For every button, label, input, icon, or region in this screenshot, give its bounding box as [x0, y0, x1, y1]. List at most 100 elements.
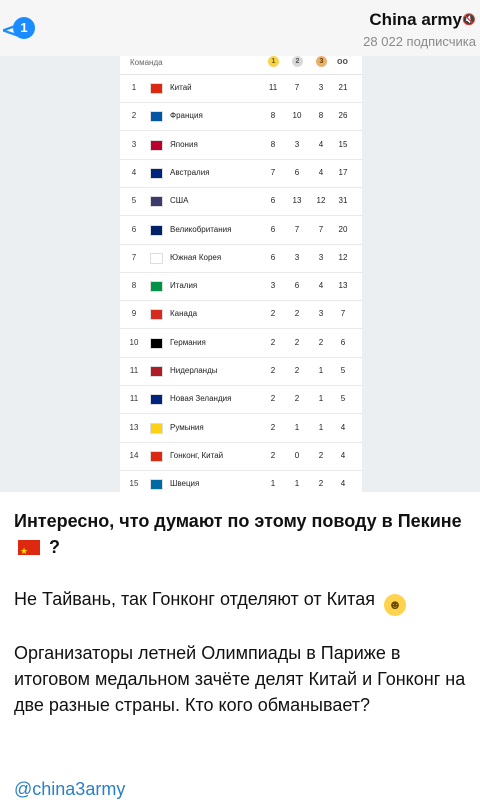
rank-cell: 8	[131, 281, 137, 291]
rank-cell: 3	[131, 139, 137, 149]
table-row: 10 Германия 2 2 2 6	[120, 329, 362, 358]
rank-cell: 1	[131, 83, 137, 92]
country-cell: Канада	[170, 309, 198, 319]
total-cell: 5	[340, 366, 346, 375]
post-heading-text: Интересно, что думают по этому поводу в …	[14, 511, 462, 531]
bronze-cell: 4	[318, 139, 324, 149]
flag-icon	[150, 224, 163, 236]
rank-cell: 2	[131, 111, 137, 121]
bronze-cell: 2	[318, 337, 324, 347]
bronze-cell: 1	[318, 422, 324, 432]
country-cell: Германия	[170, 337, 206, 347]
flag-icon	[150, 167, 163, 179]
gold-cell: 11	[268, 83, 278, 92]
post-line-3: Организаторы летней Олимпиады в Париже в…	[14, 643, 466, 715]
rank-cell: 14	[129, 450, 139, 460]
country-cell: Австралия	[170, 167, 210, 177]
total-cell: 20	[338, 224, 348, 234]
bronze-cell: 12	[316, 196, 326, 206]
total-cell: 7	[340, 309, 346, 319]
gold-cell: 8	[270, 139, 276, 149]
country-cell: Новая Зеландия	[170, 394, 232, 404]
gold-cell: 2	[270, 394, 276, 404]
table-header: Команда 1 2 3 oo	[120, 56, 362, 75]
flag-icon	[150, 394, 163, 406]
bronze-cell: 4	[318, 281, 324, 291]
post-line-2: Не Тайвань, так Гонконг отделяют от Кита…	[14, 586, 470, 616]
post-heading: Интересно, что думают по этому поводу в …	[14, 508, 470, 564]
attached-image[interactable]: Команда 1 2 3 oo 1 Китай 11 7 3 21 2 Франция 8 10…	[0, 56, 480, 492]
table-row: 14 Гонконг, Китай 2 0 2 4	[120, 442, 362, 471]
table-row: 1 Китай 11 7 3 21	[120, 74, 362, 103]
silver-cell: 6	[294, 281, 300, 291]
country-cell: Швеция	[170, 479, 200, 489]
table-row: 15 Швеция 1 1 2 4	[120, 470, 362, 492]
bronze-cell: 7	[318, 224, 324, 234]
rank-cell: 11	[129, 394, 139, 404]
column-team: Команда	[130, 58, 163, 67]
country-cell: Италия	[170, 281, 198, 291]
silver-cell: 2	[294, 337, 300, 347]
subscriber-count: 28 022 подписчика	[363, 34, 476, 49]
table-row: 3 Япония 8 3 4 15	[120, 131, 362, 160]
total-cell: 31	[338, 196, 348, 206]
gold-medal-icon: 1	[268, 56, 279, 67]
total-cell: 4	[340, 450, 346, 460]
gold-cell: 1	[270, 479, 276, 489]
china-flag-icon	[18, 538, 40, 564]
post-line-2-text: Не Тайвань, так Гонконг отделяют от Кита…	[14, 589, 375, 609]
country-cell: Китай	[170, 83, 192, 92]
total-cell: 15	[338, 139, 348, 149]
silver-cell: 2	[294, 394, 300, 404]
gold-cell: 2	[270, 422, 276, 432]
flag-icon	[150, 111, 163, 123]
flag-icon	[150, 479, 163, 491]
table-row: 7 Южная Корея 6 3 3 12	[120, 244, 362, 273]
muted-speaker-icon: 🔇	[462, 14, 476, 26]
total-cell: 6	[340, 337, 346, 347]
country-cell: Румыния	[170, 422, 204, 432]
country-cell: Нидерланды	[170, 366, 218, 375]
silver-medal-icon: 2	[292, 56, 303, 67]
bronze-cell: 8	[318, 111, 324, 121]
gold-cell: 3	[270, 281, 276, 291]
medal-table: Команда 1 2 3 oo 1 Китай 11 7 3 21 2 Франция 8 10…	[120, 56, 362, 492]
silver-cell: 7	[294, 224, 300, 234]
bronze-cell: 2	[318, 479, 324, 489]
silver-cell: 1	[294, 422, 300, 432]
table-row: 2 Франция 8 10 8 26	[120, 102, 362, 132]
bronze-cell: 3	[318, 83, 324, 92]
gold-cell: 2	[270, 337, 276, 347]
bronze-cell: 3	[318, 252, 324, 262]
gold-cell: 2	[270, 366, 276, 375]
table-row: 13 Румыния 2 1 1 4	[120, 414, 362, 443]
rank-cell: 13	[129, 422, 139, 432]
flag-icon	[150, 252, 163, 264]
silver-cell: 3	[294, 139, 300, 149]
gold-cell: 8	[270, 111, 276, 121]
silver-cell: 2	[294, 366, 300, 375]
channel-signature-link[interactable]: @china3army	[14, 776, 470, 802]
total-cell: 21	[338, 83, 348, 92]
total-cell: 26	[338, 111, 348, 121]
channel-title[interactable]: China army	[369, 10, 462, 30]
unread-badge[interactable]: 1	[13, 17, 35, 39]
total-cell: 5	[340, 394, 346, 404]
flag-icon	[150, 196, 163, 208]
bronze-cell: 2	[318, 450, 324, 460]
country-cell: США	[170, 196, 189, 206]
table-row: 6 Великобритания 6 7 7 20	[120, 216, 362, 245]
bronze-medal-icon: 3	[316, 56, 327, 67]
rank-cell: 6	[131, 224, 137, 234]
bronze-cell: 1	[318, 366, 324, 375]
country-cell: Великобритания	[170, 224, 232, 234]
flag-icon	[150, 281, 163, 293]
rank-cell: 9	[131, 309, 137, 319]
flag-icon	[150, 337, 163, 349]
total-cell: 17	[338, 167, 348, 177]
gold-cell: 6	[270, 252, 276, 262]
country-cell: Франция	[170, 111, 203, 121]
flag-icon	[150, 450, 163, 462]
gold-cell: 2	[270, 450, 276, 460]
silver-cell: 3	[294, 252, 300, 262]
